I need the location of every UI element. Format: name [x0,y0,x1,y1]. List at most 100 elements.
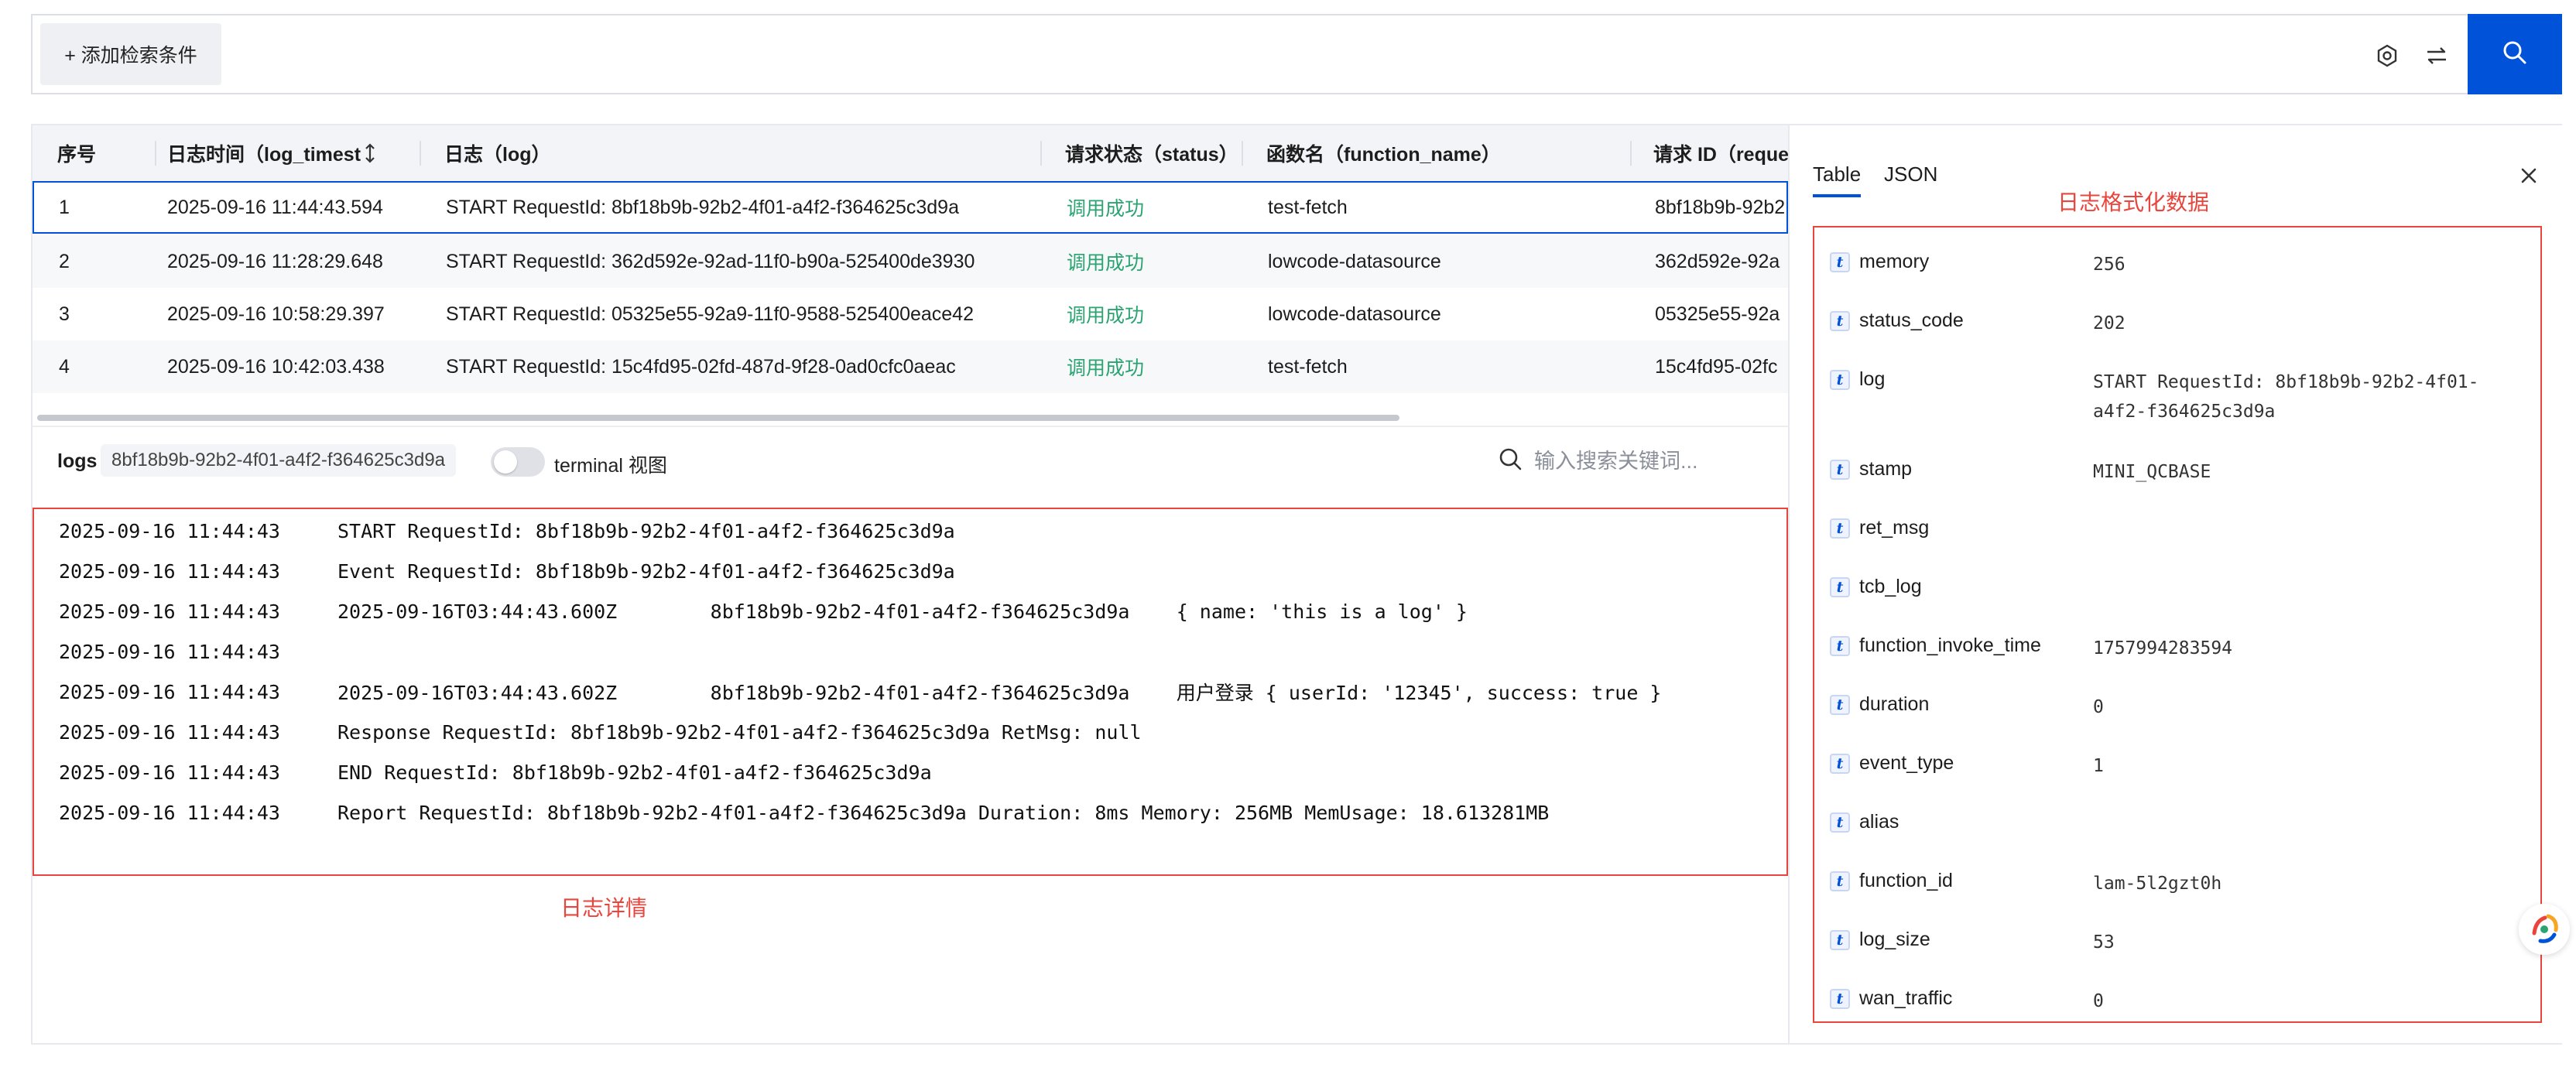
table-header: 序号 日志时间（log_timest 日志（log） 请求状态（status） … [33,125,1788,181]
header-log-time[interactable]: 日志时间（log_timest [167,125,376,181]
text-type-icon: t [1830,989,1850,1009]
column-divider[interactable] [420,141,421,166]
field-value: 0 [2093,991,2104,1011]
log-search-input[interactable] [1534,444,1766,478]
header-status: 请求状态（status） [1065,144,1238,166]
cell-log: START RequestId: 15c4fd95-02fd-487d-9f28… [446,355,956,378]
search-icon [1497,446,1528,477]
header-index: 序号 [57,144,97,166]
log-line-message: END RequestId: 8bf18b9b-92b2-4f01-a4f2-f… [337,761,932,784]
cell-log: START RequestId: 362d592e-92ad-11f0-b90a… [446,250,975,272]
field-key: memory [1859,251,1930,272]
cell-function: lowcode-datasource [1268,250,1441,272]
log-line-time: 2025-09-16 11:44:43 [59,519,280,542]
field-value: lam-5l2gzt0h [2093,874,2222,894]
text-type-icon: t [1830,930,1850,950]
field-key: status_code [1859,310,1964,331]
detail-panel: Table JSON 日志格式化数据 t memory 256 t status_co… [1788,125,2562,1043]
text-type-icon: t [1830,518,1850,539]
log-line: 2025-09-16 11:44:43 Report RequestId: 8bf… [59,797,1549,828]
text-type-icon: t [1830,754,1850,774]
add-condition-button[interactable]: + 添加检索条件 [40,23,221,85]
cell-request-id: 8bf18b9b-92b2 [1655,196,1786,218]
log-line-time: 2025-09-16 11:44:43 [59,720,280,744]
cell-index: 3 [59,303,70,325]
field-value: 53 [2093,932,2115,953]
horizontal-scrollbar[interactable] [37,415,1399,421]
log-line-time: 2025-09-16 11:44:43 [59,640,280,663]
filter-toggle-icon[interactable] [2420,39,2454,73]
search-bar: + 添加检索条件 [31,14,2562,94]
sort-icon[interactable] [361,125,379,181]
column-divider[interactable] [1630,141,1632,166]
text-type-icon: t [1830,460,1850,480]
field-value: 202 [2093,313,2126,333]
log-line: 2025-09-16 11:44:43 [59,636,337,667]
column-divider[interactable] [1040,141,1042,166]
cell-request-id: 362d592e-92a [1655,250,1780,272]
field-key: event_type [1859,752,1954,774]
cell-status: 调用成功 [1067,357,1145,379]
table-row[interactable]: 4 2025-09-16 10:42:03.438 START RequestI… [33,340,1788,393]
formatted-data-annotation: 日志格式化数据 [2057,190,2210,214]
field-value: 1 [2093,756,2104,776]
cell-time: 2025-09-16 10:42:03.438 [167,355,385,378]
close-icon[interactable] [2517,164,2540,187]
log-line: 2025-09-16 11:44:43 Event RequestId: 8bf1… [59,556,955,587]
settings-hexagon-icon[interactable] [2370,39,2404,73]
search-button[interactable] [2468,14,2562,94]
log-line: 2025-09-16 11:44:43 2025-09-16T03:44:43.6… [59,596,1468,627]
log-line-time: 2025-09-16 11:44:43 [59,801,280,824]
log-line: 2025-09-16 11:44:43 Response RequestId: 8… [59,717,1142,747]
text-type-icon: t [1830,577,1850,597]
field-key: log [1859,368,1886,390]
cell-time: 2025-09-16 10:58:29.397 [167,303,385,325]
table-row[interactable]: 3 2025-09-16 10:58:29.397 START RequestI… [33,288,1788,340]
cell-function: test-fetch [1268,355,1348,378]
log-line-message: START RequestId: 8bf18b9b-92b2-4f01-a4f2… [337,519,955,542]
column-divider[interactable] [1242,141,1243,166]
field-value: 0 [2093,697,2104,717]
cell-status: 调用成功 [1067,305,1145,327]
log-line-message: Response RequestId: 8bf18b9b-92b2-4f01-a… [337,720,1142,744]
field-key: duration [1859,693,1930,715]
cell-status: 调用成功 [1067,198,1145,220]
cell-index: 4 [59,355,70,378]
tab-table[interactable]: Table [1813,162,1862,197]
cell-status: 调用成功 [1067,252,1145,274]
header-log: 日志（log） [444,144,551,166]
field-value: 1757994283594 [2093,638,2233,658]
column-divider[interactable] [155,141,156,166]
assistant-icon [2532,914,2558,943]
log-line: 2025-09-16 11:44:43 END RequestId: 8bf18b… [59,757,932,788]
field-value: START RequestId: 8bf18b9b-92b2-4f01-a4f2… [2093,372,2479,422]
header-request-id: 请求 ID（reque [1653,144,1788,166]
field-key: function_invoke_time [1859,634,2041,656]
assistant-button[interactable] [2519,904,2570,955]
terminal-view-toggle[interactable] [491,447,545,477]
cell-log: START RequestId: 05325e55-92a9-11f0-9588… [446,303,974,325]
logs-request-id-tag: 8bf18b9b-92b2-4f01-a4f2-f364625c3d9a [101,444,457,477]
field-key: stamp [1859,458,1913,480]
field-key: log_size [1859,929,1930,950]
text-type-icon: t [1830,812,1850,833]
toggle-knob [494,450,517,474]
cell-request-id: 15c4fd95-02fc [1655,355,1778,378]
text-type-icon: t [1830,871,1850,891]
header-function-name: 函数名（function_name） [1266,144,1501,166]
log-table: 序号 日志时间（log_timest 日志（log） 请求状态（status） … [33,125,1788,398]
log-line: 2025-09-16 11:44:43 2025-09-16T03:44:43.6… [59,676,1662,707]
text-type-icon: t [1830,311,1850,331]
formatted-fields: t memory 256 t status_code 202 t log START Req… [1813,226,2542,1023]
log-line-message: Event RequestId: 8bf18b9b-92b2-4f01-a4f2… [337,559,955,583]
cell-request-id: 05325e55-92a [1655,303,1780,325]
field-value: MINI_QCBASE [2093,462,2211,482]
table-row[interactable]: 1 2025-09-16 11:44:43.594 START RequestI… [33,181,1788,234]
text-type-icon: t [1830,252,1850,272]
text-type-icon: t [1830,695,1850,715]
log-line: 2025-09-16 11:44:43 START RequestId: 8bf1… [59,515,955,546]
table-row[interactable]: 2 2025-09-16 11:28:29.648 START RequestI… [33,235,1788,288]
tab-json[interactable]: JSON [1884,162,1937,186]
field-key: tcb_log [1859,576,1922,597]
cell-time: 2025-09-16 11:28:29.648 [167,250,383,272]
